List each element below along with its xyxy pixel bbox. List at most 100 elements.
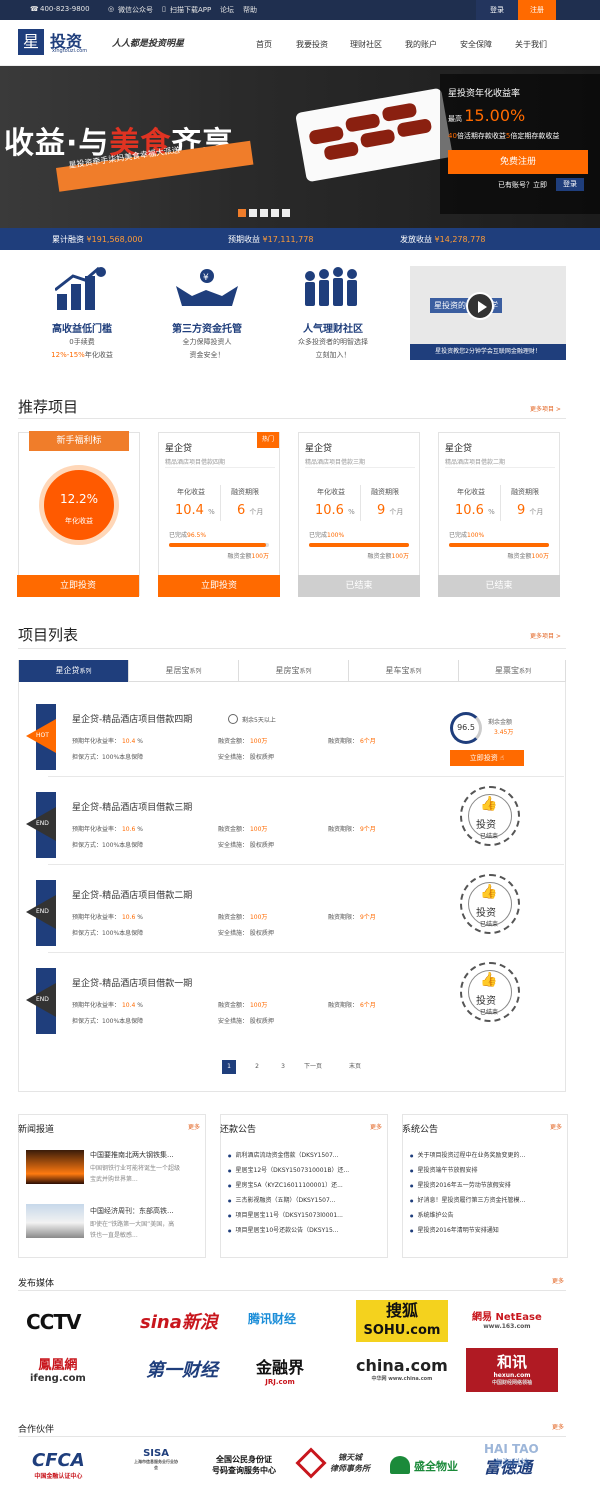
recommend-more-link[interactable]: 更多项目 > — [530, 404, 561, 413]
free-register-button[interactable]: 免费注册 — [448, 150, 588, 174]
hexun-logo[interactable]: 和讯 hexun.com 中国财经网络领袖 — [466, 1348, 558, 1392]
nav-account[interactable]: 我的账户 — [405, 39, 437, 50]
notice-item[interactable]: 好消息！星投资履行第三方资金托管模... — [410, 1195, 526, 1204]
project-card[interactable]: 星企贷 热门 精品酒店项目借款四期 年化收益 融资期限 10.4 % 6 个月 已完成96.5… — [158, 432, 280, 597]
stat-total: 累计融资 ¥191,568,000 — [52, 235, 143, 244]
jintiancheng-logo[interactable]: 锦天城 律师事务所 — [330, 1452, 370, 1474]
feature-title: 高收益低门槛 — [52, 324, 112, 335]
row-title[interactable]: 星企贷-精品酒店项目借款三期 — [72, 800, 192, 813]
panel-login-button[interactable]: 登录 — [556, 178, 584, 191]
carousel-dot[interactable] — [260, 209, 268, 217]
notice-item[interactable]: 星投资2016年清明节安排通知 — [410, 1225, 499, 1234]
carousel-dot[interactable] — [238, 209, 246, 217]
page-2[interactable]: 2 — [252, 1060, 262, 1074]
logo-mark[interactable]: 星 — [18, 29, 44, 55]
page-1[interactable]: 1 — [222, 1060, 236, 1074]
tab-xingchebao[interactable]: 星车宝系列 — [349, 660, 459, 682]
nav-about[interactable]: 关于我们 — [515, 39, 547, 50]
feature-title: 第三方资金托管 — [172, 324, 242, 335]
system-more-link[interactable]: 更多 — [550, 1122, 562, 1131]
logo-domain: xingtouzi.com — [52, 48, 88, 54]
project-card[interactable]: 星企贷 精品酒店项目借款三期 年化收益 融资期限 10.6 % 9 个月 已完成100% 融资… — [298, 432, 420, 597]
next-page[interactable]: 下一页 — [304, 1060, 322, 1074]
play-icon[interactable] — [466, 292, 494, 320]
flag-label: END — [36, 908, 49, 915]
sina-logo[interactable]: sina新浪 — [140, 1308, 218, 1334]
news-item-title[interactable]: 中国经济周刊：东部高铁... — [90, 1206, 174, 1216]
forum-link[interactable]: 论坛 — [220, 5, 234, 15]
top-register-button[interactable]: 注册 — [518, 0, 556, 20]
project-row[interactable]: END 星企贷-精品酒店项目借款一期 预期年化收益率： 10.4 % 融资金额： 10… — [18, 948, 566, 1036]
notice-item[interactable]: 三杰影视融资（五期）（DKSY1507... — [228, 1195, 336, 1204]
invest-now-button[interactable]: 立即投资 ☝ — [450, 750, 524, 766]
newbie-invest-button[interactable]: 立即投资 — [17, 575, 139, 597]
project-card[interactable]: 星企贷 精品酒店项目借款二期 年化收益 融资期限 10.6 % 9 个月 已完成100% 融资… — [438, 432, 560, 597]
card-progress-label: 已完成100% — [309, 532, 345, 539]
row-title[interactable]: 星企贷-精品酒店项目借款四期 — [72, 712, 192, 725]
china-com-logo[interactable]: china.com 中华网 www.china.com — [356, 1356, 448, 1382]
nav-home[interactable]: 首页 — [256, 39, 272, 50]
netease-logo[interactable]: 網易 NetEase www.163.com — [472, 1308, 542, 1330]
sisa-logo[interactable]: SISA 上海市信息服务业行业协会 — [134, 1448, 178, 1471]
nav-community[interactable]: 理财社区 — [350, 39, 382, 50]
project-row[interactable]: END 星企贷-精品酒店项目借款三期 预期年化收益率： 10.6 % 融资金额： 10… — [18, 772, 566, 865]
notice-item[interactable]: 星居宝12号（DKSY1507310001B）还... — [228, 1165, 350, 1174]
carousel-dot[interactable] — [282, 209, 290, 217]
tab-xingjubao[interactable]: 星居宝系列 — [129, 660, 239, 682]
rate-label: 年化收益 — [457, 488, 485, 496]
notice-item[interactable]: 项目星居宝10号还款公告（DKSY15... — [228, 1225, 339, 1234]
notice-item[interactable]: 项目星居宝11号（DKSY15073l0001... — [228, 1210, 343, 1219]
cfca-logo[interactable]: CFCA 中国金融认证中心 — [32, 1450, 85, 1480]
news-item-title[interactable]: 中国要推南北两大钢铁集... — [90, 1150, 174, 1160]
handshake-icon: ¥ — [176, 269, 238, 306]
notice-item[interactable]: 星投资2016年五一劳动节放假安排 — [410, 1180, 511, 1189]
notice-item[interactable]: 凯利酒店流动资金借款（DKSY1507... — [228, 1150, 339, 1159]
row-title[interactable]: 星企贷-精品酒店项目借款二期 — [72, 888, 192, 901]
card-action-button[interactable]: 已结束 — [438, 575, 560, 597]
partners-more-link[interactable]: 更多 — [552, 1422, 564, 1431]
notice-item[interactable]: 星房宝5A（KYZC16011100001）还... — [228, 1180, 343, 1189]
last-page[interactable]: 末页 — [349, 1060, 361, 1074]
tab-xingfangbao[interactable]: 星房宝系列 — [239, 660, 349, 682]
carousel-dot[interactable] — [271, 209, 279, 217]
news-item-text: 铁也一直是敏感... — [90, 1232, 138, 1239]
row-amount: 融资金额： 100万 — [218, 826, 268, 833]
qq-finance-logo[interactable]: 腾讯财经 — [248, 1310, 296, 1327]
carousel-dot[interactable] — [249, 209, 257, 217]
cctv-logo[interactable]: CCTV — [26, 1310, 81, 1334]
notice-item[interactable]: 关于项目投资过程中在业务奖励变更的... — [410, 1150, 526, 1159]
card-action-button[interactable]: 已结束 — [298, 575, 420, 597]
nav-invest[interactable]: 我要投资 — [296, 39, 328, 50]
app-download-link[interactable]: 扫描下载APP — [170, 5, 211, 15]
help-link[interactable]: 帮助 — [243, 5, 257, 15]
tab-xingpiaobao[interactable]: 星票宝系列 — [459, 660, 567, 682]
news-more-link[interactable]: 更多 — [188, 1122, 200, 1131]
repay-more-link[interactable]: 更多 — [370, 1122, 382, 1131]
projects-more-link[interactable]: 更多项目 > — [530, 631, 561, 640]
yicai-logo[interactable]: 第一财经 — [146, 1356, 218, 1382]
train-news-image[interactable] — [26, 1204, 84, 1238]
media-more-link[interactable]: 更多 — [552, 1276, 564, 1285]
id-verify-logo[interactable]: 全国公民身份证 号码查询服务中心 — [212, 1454, 276, 1476]
jrj-logo[interactable]: 金融界 JRJ.com — [256, 1354, 304, 1386]
row-guarantee: 担保方式：100%本息保障 — [72, 930, 144, 937]
feature-line: 12%-15%年化收益 — [51, 351, 113, 359]
notice-item[interactable]: 星投资端午节放假安排 — [410, 1165, 478, 1174]
tab-xingqidai[interactable]: 星企贷系列 — [19, 660, 129, 682]
ifeng-logo[interactable]: 鳳凰網 ifeng.com — [30, 1354, 86, 1384]
steel-news-image[interactable] — [26, 1150, 84, 1184]
invest-ended-stamp: 👍 投资 已结束 — [460, 786, 520, 846]
card-progress-bar — [449, 543, 549, 547]
growth-chart-icon — [55, 266, 106, 310]
property-logo[interactable]: 盛全物业 — [414, 1458, 458, 1474]
notice-item[interactable]: 系统维护公告 — [410, 1210, 454, 1219]
wechat-link[interactable]: 微信公众号 — [118, 5, 153, 15]
top-login-button[interactable]: 登录 — [476, 0, 518, 20]
page-3[interactable]: 3 — [278, 1060, 288, 1074]
nav-security[interactable]: 安全保障 — [460, 39, 492, 50]
project-row[interactable]: END 星企贷-精品酒店项目借款二期 预期年化收益率： 10.6 % 融资金额： 10… — [18, 860, 566, 953]
row-title[interactable]: 星企贷-精品酒店项目借款一期 — [72, 976, 192, 989]
sohu-logo[interactable]: 搜狐 SOHU.com — [356, 1300, 448, 1342]
panel-note: 40倍活期存款收益5倍定期存款收益 — [448, 132, 560, 140]
card-action-button[interactable]: 立即投资 — [158, 575, 280, 597]
